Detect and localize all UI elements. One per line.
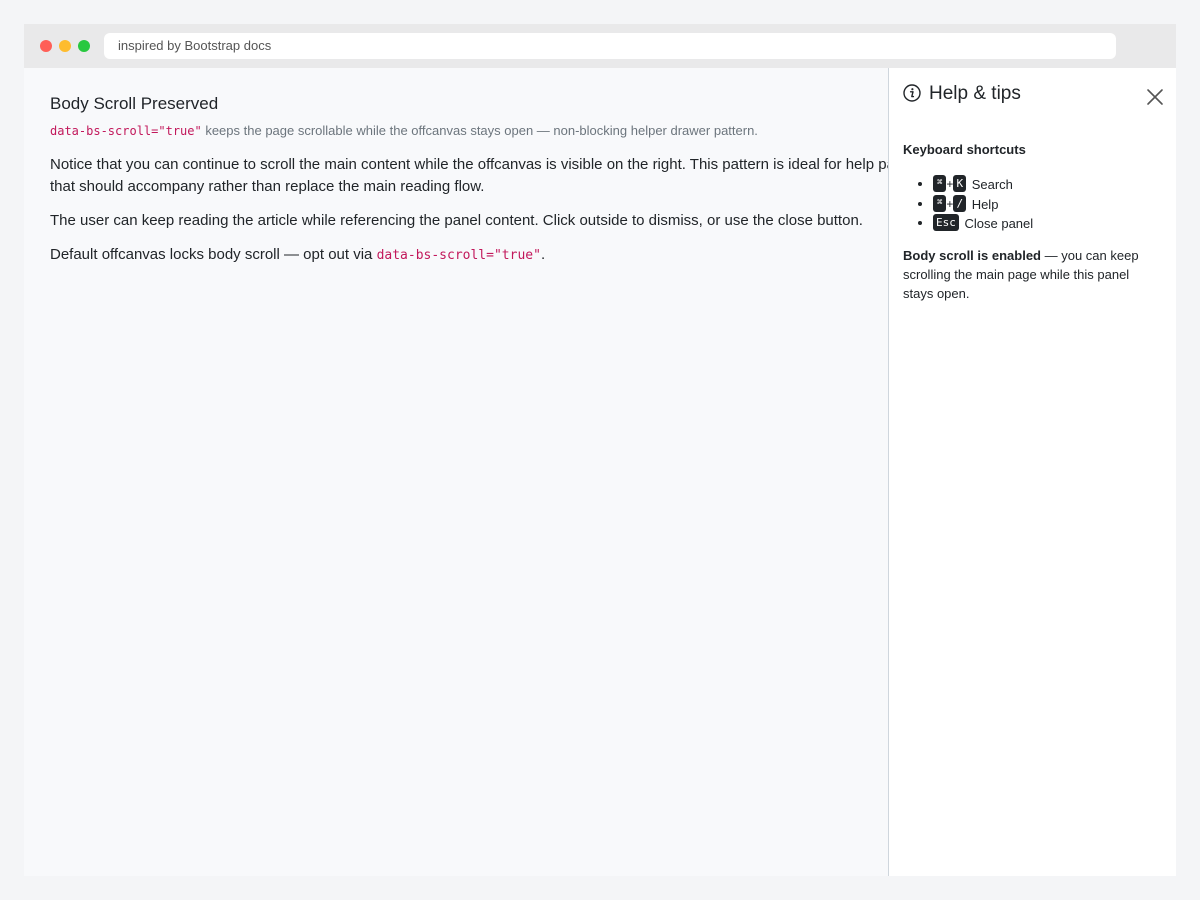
close-window-button[interactable] (40, 40, 52, 52)
paragraph-2: The user can keep reading the article wh… (50, 212, 863, 229)
lead-description: keeps the page scrollable while the offc… (201, 123, 758, 138)
shortcut-label: Close panel (964, 216, 1034, 232)
offcanvas-header: Help & tips (903, 82, 1165, 106)
page-content: Body Scroll Preserved data-bs-scroll="tr… (24, 68, 1176, 876)
command-key-icon: ⌘ (933, 175, 947, 193)
maximize-window-button[interactable] (78, 40, 90, 52)
paragraph-1: Notice that you can continue to scroll t… (50, 154, 950, 198)
key-k: K (953, 175, 967, 193)
offcanvas-panel: Help & tips Keyboard shortcuts ⌘ + K Searc… (888, 68, 1176, 876)
shortcut-label: Help (971, 196, 999, 212)
lead-code: data-bs-scroll="true" (50, 124, 202, 138)
close-icon[interactable] (1145, 87, 1165, 107)
keyboard-shortcuts-heading: Keyboard shortcuts (903, 142, 1026, 157)
page-title: Body Scroll Preserved (50, 94, 219, 113)
paragraph-3: Default offcanvas locks body scroll — op… (50, 244, 950, 267)
lead-text: data-bs-scroll="true" keeps the page scr… (50, 122, 950, 140)
bullet (918, 221, 922, 225)
plus-sign: + (946, 196, 954, 211)
shortcut-item-search: ⌘ + K Search (903, 174, 1163, 194)
shortcut-item-close: Esc Close panel (903, 213, 1163, 233)
key-slash: / (953, 194, 967, 212)
paragraph-3-end: . (540, 246, 546, 263)
shortcut-item-help: ⌘ + / Help (903, 194, 1163, 214)
scroll-note: Body scroll is enabled — you can keep sc… (903, 246, 1153, 303)
offcanvas-title: Help & tips (929, 83, 1021, 104)
browser-window: inspired by Bootstrap docs Body Scroll P… (24, 24, 1176, 876)
paragraph-3-code: data-bs-scroll="true" (376, 248, 541, 263)
bullet (918, 182, 922, 186)
shortcut-list: ⌘ + K Search ⌘ + / Help Esc Close panel (903, 174, 1163, 233)
paragraph-1-line-1: Notice that you can continue to scroll t… (50, 156, 923, 173)
bullet (918, 201, 922, 206)
key-esc: Esc (933, 214, 959, 232)
minimize-window-button[interactable] (59, 40, 71, 52)
paragraph-3-text: Default offcanvas locks body scroll — op… (50, 246, 377, 263)
paragraph-1-line-2: that should accompany rather than replac… (50, 178, 485, 195)
command-key-icon: ⌘ (933, 194, 947, 212)
browser-titlebar: inspired by Bootstrap docs (24, 24, 1176, 68)
shortcut-label: Search (971, 177, 1013, 193)
info-icon (903, 84, 921, 102)
scroll-note-bold: Body scroll is enabled (903, 248, 1041, 263)
plus-sign: + (946, 177, 954, 192)
main-article: Body Scroll Preserved data-bs-scroll="tr… (50, 94, 950, 267)
address-bar[interactable]: inspired by Bootstrap docs (104, 33, 1116, 59)
